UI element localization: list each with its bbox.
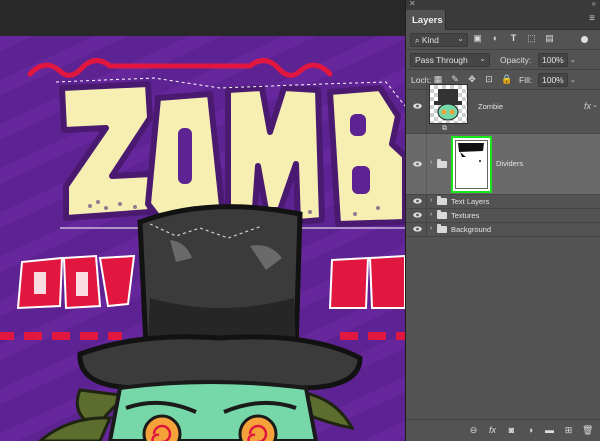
shape-layer-filter-icon[interactable]: ⬚ [526, 33, 537, 44]
zombie-thumbnail-art [434, 89, 462, 121]
folder-icon [437, 159, 447, 168]
panel-title-strip: ✕ » [406, 0, 600, 8]
collapse-icon[interactable]: » [592, 0, 596, 8]
opacity-field[interactable]: 100% [538, 53, 568, 67]
new-group-icon[interactable]: ▬ [544, 425, 555, 436]
expand-chevron-icon[interactable]: › [430, 211, 432, 218]
chevron-down-icon[interactable]: ⌄ [592, 101, 598, 109]
filter-row: ⌕ Kind ⌄ ▣ ◐ T ⬚ ▤ [406, 30, 600, 49]
type-layer-filter-icon[interactable]: T [508, 33, 519, 44]
visibility-eye-icon[interactable] [413, 198, 422, 204]
opacity-label: Opacity: [500, 55, 532, 65]
zombie-artwork [0, 36, 405, 441]
layer-name[interactable]: Background [451, 225, 491, 234]
close-icon[interactable]: ✕ [409, 0, 416, 8]
expand-chevron-icon[interactable]: › [430, 197, 432, 204]
layer-list: ⧉ Zombie fx ⌄ › Dividers › Text Layers ›… [406, 80, 600, 237]
artwork-canvas[interactable] [0, 36, 405, 441]
layers-bottom-bar: ⊖ fx ◙ ◑ ▬ ⊞ 🗑 [406, 419, 600, 441]
layers-panel: ✕ » Layers ≡ ⌕ Kind ⌄ ▣ ◐ T ⬚ ▤ Pass Thr… [405, 0, 600, 441]
panel-tab-row: Layers ≡ [406, 8, 600, 30]
layer-mask-thumbnail[interactable] [451, 136, 492, 193]
trash-icon[interactable]: 🗑 [582, 425, 593, 436]
zombie-face [107, 380, 319, 441]
mask-thumbnail-art [458, 143, 484, 162]
layer-name[interactable]: Dividers [496, 159, 523, 168]
layer-textures[interactable]: › Textures [406, 209, 600, 223]
visibility-eye-icon[interactable] [413, 103, 422, 109]
folder-icon [437, 224, 447, 233]
title-letters [59, 81, 405, 227]
blend-mode-dropdown[interactable]: Pass Through ⌄ [410, 53, 490, 67]
visibility-eye-icon[interactable] [413, 226, 422, 232]
opacity-chevron-icon[interactable]: ⌄ [570, 56, 576, 64]
new-layer-icon[interactable]: ⊞ [563, 425, 574, 436]
layer-text-layers[interactable]: › Text Layers [406, 195, 600, 209]
layer-zombie[interactable]: ⧉ Zombie fx ⌄ [406, 80, 600, 134]
chevron-down-icon: ⌄ [479, 54, 486, 63]
layer-thumbnail[interactable] [429, 84, 468, 124]
layer-name[interactable]: Zombie [478, 102, 503, 111]
fx-icon[interactable]: fx [584, 101, 591, 111]
blend-row: Pass Through ⌄ Opacity: 100% ⌄ [406, 50, 600, 69]
adjustment-layer-icon[interactable]: ◑ [525, 425, 536, 436]
link-icon: ⧉ [442, 125, 447, 132]
layer-dividers[interactable]: › Dividers [406, 134, 600, 195]
panel-menu-icon[interactable]: ≡ [589, 13, 595, 24]
layer-name[interactable]: Textures [451, 211, 479, 220]
visibility-eye-icon[interactable] [413, 161, 422, 167]
tab-layers[interactable]: Layers [406, 10, 446, 30]
layer-name[interactable]: Text Layers [451, 197, 489, 206]
visibility-eye-icon[interactable] [413, 212, 422, 218]
expand-chevron-icon[interactable]: › [430, 159, 432, 166]
folder-icon [437, 196, 447, 205]
adjustment-layer-filter-icon[interactable]: ◐ [490, 33, 501, 44]
add-mask-icon[interactable]: ◙ [506, 425, 517, 436]
pixel-layer-filter-icon[interactable]: ▣ [472, 33, 483, 44]
folder-icon [437, 210, 447, 219]
link-layers-icon[interactable]: ⊖ [468, 425, 479, 436]
search-icon: ⌕ [415, 36, 420, 45]
fx-icon[interactable]: fx [487, 425, 498, 436]
chevron-down-icon: ⌄ [457, 34, 464, 43]
opacity-value: 100% [542, 55, 564, 65]
filter-kind-dropdown[interactable]: ⌕ Kind ⌄ [410, 33, 468, 47]
layer-background[interactable]: › Background [406, 223, 600, 237]
blend-mode-value: Pass Through [415, 55, 468, 65]
document-canvas-area[interactable] [0, 0, 405, 441]
filter-kind-label: Kind [421, 35, 439, 45]
expand-chevron-icon[interactable]: › [430, 225, 432, 232]
filter-toggle[interactable] [581, 36, 588, 43]
smart-object-filter-icon[interactable]: ▤ [544, 33, 555, 44]
